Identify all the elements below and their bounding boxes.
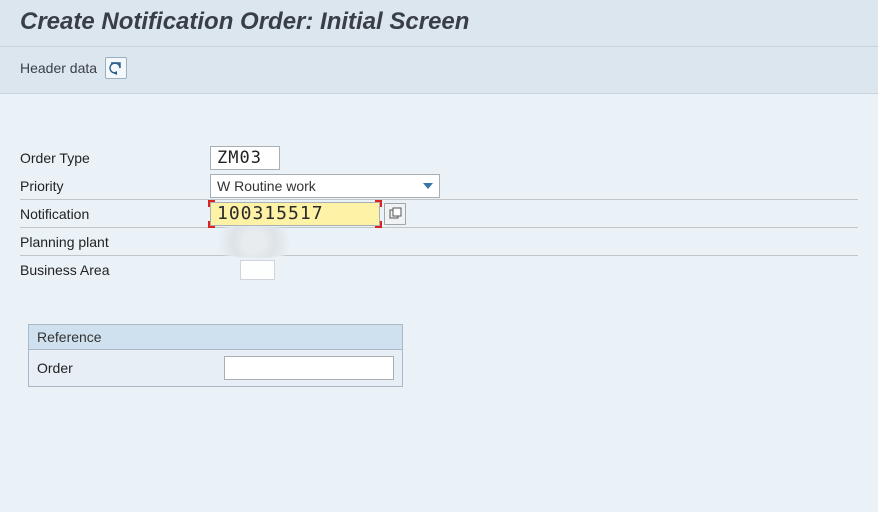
priority-value: W Routine work [217,178,316,194]
reference-order-input[interactable] [224,356,394,380]
toolbar: Header data [0,47,878,94]
chevron-down-icon [423,183,433,189]
reference-body: Order [29,350,402,386]
priority-select[interactable]: W Routine work [210,174,440,198]
notification-input[interactable] [210,202,380,226]
notification-label: Notification [20,206,210,222]
business-area-row: Business Area [20,256,858,284]
page-title: Create Notification Order: Initial Scree… [20,8,858,36]
redacted-area [204,226,304,258]
order-type-row: Order Type [20,144,858,172]
reference-header: Reference [29,325,402,350]
business-area-input[interactable] [240,260,275,280]
notification-search-help-button[interactable] [384,203,406,225]
refresh-icon [108,60,124,76]
priority-row: Priority W Routine work [20,172,858,200]
order-type-input[interactable] [210,146,280,170]
header-data-button[interactable] [105,57,127,79]
header-data-label: Header data [20,60,97,76]
order-type-label: Order Type [20,150,210,166]
reference-groupbox: Reference Order [28,324,403,387]
notification-row: Notification [20,200,858,228]
planning-plant-row: Planning plant [20,228,858,256]
form-area: Order Type Priority W Routine work Notif… [0,94,878,407]
notification-field-wrap [210,202,380,226]
reference-order-label: Order [37,360,224,376]
planning-plant-label: Planning plant [20,234,210,250]
title-bar: Create Notification Order: Initial Scree… [0,0,878,47]
business-area-label: Business Area [20,262,210,278]
priority-label: Priority [20,178,210,194]
search-help-icon [388,207,402,221]
